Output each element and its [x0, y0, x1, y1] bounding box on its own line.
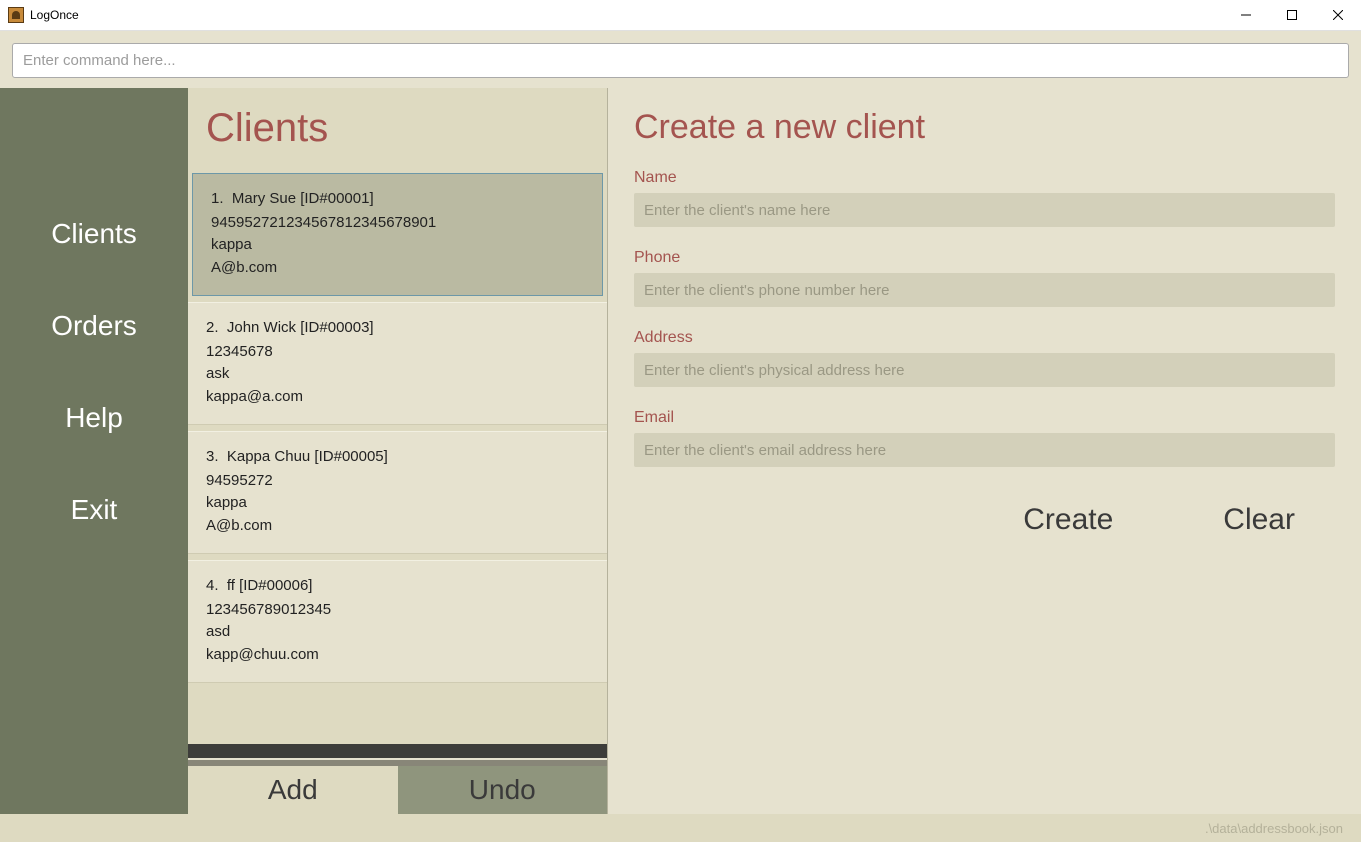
create-client-panel: Create a new client Name Phone Address E… [608, 88, 1361, 814]
window-titlebar: LogOnce [0, 0, 1361, 31]
name-field[interactable] [634, 193, 1335, 227]
client-email: kapp@chuu.com [206, 644, 589, 667]
client-address: kappa [206, 492, 589, 515]
clear-button[interactable]: Clear [1223, 503, 1295, 537]
client-index: 3. [206, 448, 219, 465]
sidebar-item-orders[interactable]: Orders [0, 280, 188, 372]
client-address: ask [206, 363, 589, 386]
list-scrollbar[interactable] [188, 744, 607, 758]
maximize-button[interactable] [1269, 0, 1315, 31]
create-button[interactable]: Create [1023, 503, 1113, 537]
name-label: Name [634, 169, 1335, 187]
sidebar-item-help[interactable]: Help [0, 372, 188, 464]
minimize-button[interactable] [1223, 0, 1269, 31]
address-label: Address [634, 329, 1335, 347]
client-index: 1. [211, 190, 224, 207]
phone-label: Phone [634, 249, 1335, 267]
client-name: Mary Sue [ID#00001] [232, 190, 374, 207]
status-path: .\data\addressbook.json [1205, 821, 1343, 836]
client-index: 2. [206, 319, 219, 336]
client-address: asd [206, 621, 589, 644]
clients-panel: Clients 1. Mary Sue [ID#00001]9459527212… [188, 88, 608, 814]
app-icon [8, 7, 24, 23]
client-name: John Wick [ID#00003] [227, 319, 374, 336]
add-button[interactable]: Add [188, 766, 398, 814]
command-bar [0, 31, 1361, 88]
statusbar: .\data\addressbook.json [0, 814, 1361, 842]
window-title: LogOnce [30, 8, 79, 22]
client-card[interactable]: 1. Mary Sue [ID#00001] 945952721234567812… [192, 173, 603, 296]
client-card[interactable]: 4. ff [ID#00006] 123456789012345asdkapp@c… [188, 560, 607, 683]
clients-heading: Clients [188, 88, 607, 173]
email-label: Email [634, 409, 1335, 427]
client-phone: 123456789012345 [206, 599, 589, 622]
email-field[interactable] [634, 433, 1335, 467]
sidebar-item-clients[interactable]: Clients [0, 188, 188, 280]
sidebar-item-exit[interactable]: Exit [0, 464, 188, 556]
list-scrollbar-edge [188, 758, 607, 766]
client-list[interactable]: 1. Mary Sue [ID#00001]945952721234567812… [188, 173, 607, 744]
client-card[interactable]: 3. Kappa Chuu [ID#00005] 94595272kappaA@b… [188, 431, 607, 554]
client-phone: 945952721234567812345678901 [211, 212, 584, 235]
client-phone: 94595272 [206, 470, 589, 493]
sidebar: Clients Orders Help Exit [0, 88, 188, 814]
client-email: A@b.com [211, 257, 584, 280]
phone-field[interactable] [634, 273, 1335, 307]
undo-button[interactable]: Undo [398, 766, 608, 814]
create-client-heading: Create a new client [634, 108, 1335, 147]
client-index: 4. [206, 577, 219, 594]
client-name: Kappa Chuu [ID#00005] [227, 448, 388, 465]
client-name: ff [ID#00006] [227, 577, 313, 594]
client-card[interactable]: 2. John Wick [ID#00003] 12345678askkappa@… [188, 302, 607, 425]
close-button[interactable] [1315, 0, 1361, 31]
client-email: kappa@a.com [206, 386, 589, 409]
client-email: A@b.com [206, 515, 589, 538]
address-field[interactable] [634, 353, 1335, 387]
client-phone: 12345678 [206, 341, 589, 364]
client-address: kappa [211, 234, 584, 257]
command-input[interactable] [12, 43, 1349, 78]
